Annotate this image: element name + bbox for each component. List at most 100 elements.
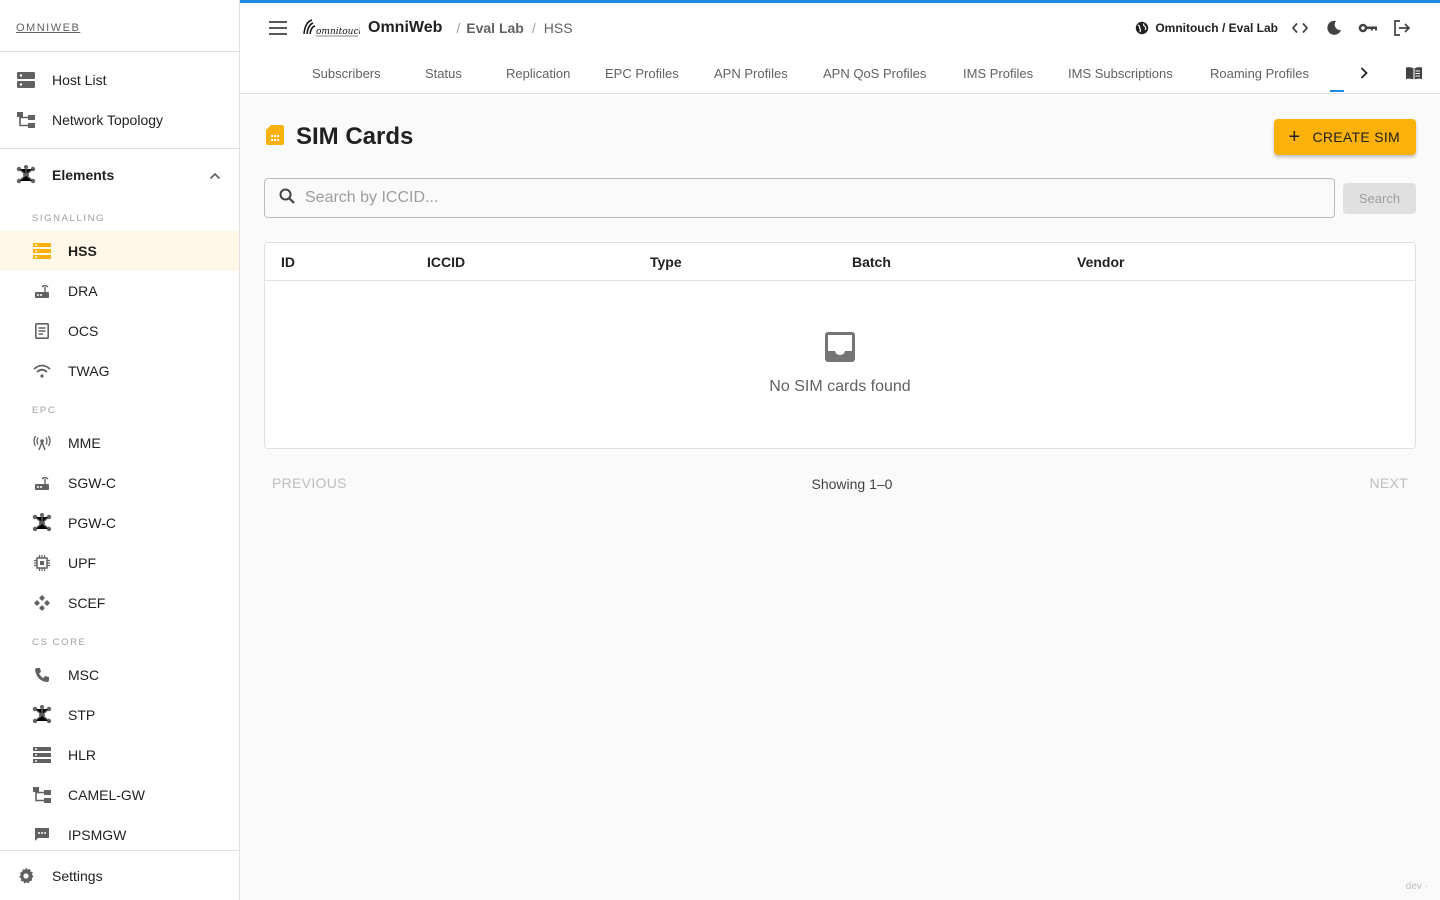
sidebar-item-label: STP [68,707,96,723]
sidebar-item-hlr[interactable]: HLR [0,735,239,775]
sidebar-item-scef[interactable]: SCEF [0,583,239,623]
column-header-iccid[interactable]: ICCID [427,243,465,281]
sidebar-item-label: HSS [68,243,97,259]
chip-icon [32,553,52,573]
list-icon [32,745,52,765]
router-icon [32,281,52,301]
sidebar-item-ocs[interactable]: OCS [0,311,239,351]
empty-message: No SIM cards found [769,378,911,395]
tab-epc-profiles[interactable]: EPC Profiles [605,53,679,93]
chevron-right-icon[interactable] [1352,61,1376,85]
tab-active-indicator [1330,90,1344,92]
search-field[interactable] [264,178,1335,218]
sidebar-item-hss[interactable]: HSS [0,231,239,271]
tab-status[interactable]: Status [425,53,462,93]
create-sim-label: CREATE SIM [1312,129,1400,145]
chevron-up-icon [209,167,221,183]
tab-ims-subscriptions[interactable]: IMS Subscriptions [1068,53,1173,93]
sidebar-item-label: OCS [68,323,99,339]
antenna-icon [32,433,52,453]
sidebar-item-label: DRA [68,283,98,299]
sidebar-item-label: MME [68,435,101,451]
column-header-batch[interactable]: Batch [852,243,891,281]
section-label-cs-core: CS CORE [32,636,87,648]
tab-apn-profiles[interactable]: APN Profiles [714,53,788,93]
sidebar-item-sgw-c[interactable]: SGW-C [0,463,239,503]
receipt-icon [32,321,52,341]
sidebar-item-label: TWAG [68,363,110,379]
sidebar-item-ipsmgw[interactable]: IPSMGW [0,815,239,855]
sidebar-item-twag[interactable]: TWAG [0,351,239,391]
breadcrumb-current: HSS [543,20,573,36]
sidebar-item-label: SCEF [68,595,106,611]
svg-text:omnitouch: omnitouch [316,27,360,37]
pagination: PREVIOUS Showing 1–0 NEXT [264,472,1416,496]
topbar: omnitouch OmniWeb / Eval Lab / HSS Omnit… [240,0,1440,53]
page-title: SIM Cards [296,123,414,150]
api-icon [32,593,52,613]
brand-link[interactable]: OMNIWEB [16,22,80,34]
section-label-signalling: SIGNALLING [32,212,106,224]
column-header-type[interactable]: Type [650,243,682,281]
topbar-actions: Omnitouch / Eval Lab [1135,16,1414,40]
elements-group-toggle[interactable]: Elements [0,151,239,199]
sidebar-item-label: SGW-C [68,475,116,491]
logout-icon[interactable] [1390,16,1414,40]
tenant-selector[interactable]: Omnitouch / Eval Lab [1135,21,1278,35]
elements-label: Elements [52,167,115,183]
app-name[interactable]: OmniWeb [368,19,442,37]
tab-apn-qos-profiles[interactable]: APN QoS Profiles [823,53,926,93]
create-sim-button[interactable]: + CREATE SIM [1274,119,1416,155]
hub-icon [32,705,52,725]
brand: OMNIWEB [0,0,239,52]
showing-range: Showing 1–0 [811,476,893,492]
hss-tabs: Subscribers Status Replication EPC Profi… [240,53,1440,94]
breadcrumb-tenant[interactable]: Eval Lab [466,20,524,36]
column-header-id[interactable]: ID [281,243,295,281]
sidebar-item-mme[interactable]: MME [0,423,239,463]
inbox-icon [824,331,856,368]
sim-cards-table: ID ICCID Type Batch Vendor No SIM cards … [264,242,1416,449]
sidebar-item-msc[interactable]: MSC [0,655,239,695]
sidebar-item-label: CAMEL-GW [68,787,145,803]
search-input[interactable] [305,189,1305,207]
sidebar-top-nav: Host List Network Topology [0,52,239,149]
plus-icon: + [1288,126,1301,148]
column-header-vendor[interactable]: Vendor [1077,243,1124,281]
table-header: ID ICCID Type Batch Vendor [265,243,1415,281]
sidebar-item-label: UPF [68,555,96,571]
wifi-icon [32,361,52,381]
menu-icon[interactable] [266,16,290,40]
sidebar-item-settings[interactable]: Settings [0,850,239,900]
sidebar-item-dra[interactable]: DRA [0,271,239,311]
menu-book-icon[interactable] [1402,61,1426,85]
account-tree-icon [32,785,52,805]
tab-subscribers[interactable]: Subscribers [312,53,381,93]
breadcrumb-separator: / [456,20,461,36]
omnitouch-logo: omnitouch [302,16,360,40]
code-icon[interactable] [1288,16,1312,40]
next-button[interactable]: NEXT [1369,475,1408,491]
sidebar-item-stp[interactable]: STP [0,695,239,735]
sim-card-icon [264,123,286,152]
account-tree-icon [16,110,36,130]
router-icon [32,473,52,493]
sidebar-item-camel-gw[interactable]: CAMEL-GW [0,775,239,815]
tab-replication[interactable]: Replication [506,53,570,93]
sidebar-item-network-topology[interactable]: Network Topology [0,100,239,140]
tab-roaming-profiles[interactable]: Roaming Profiles [1210,53,1309,93]
search-button[interactable]: Search [1343,182,1416,214]
dns-icon [16,70,36,90]
sidebar-item-upf[interactable]: UPF [0,543,239,583]
sidebar-item-label: Host List [52,72,107,88]
search-row: Search [264,178,1416,218]
dark-mode-icon[interactable] [1322,16,1346,40]
sidebar-item-host-list[interactable]: Host List [0,60,239,100]
tab-ims-profiles[interactable]: IMS Profiles [963,53,1033,93]
key-icon[interactable] [1356,16,1380,40]
sidebar-item-label: MSC [68,667,100,683]
sidebar-item-label: PGW-C [68,515,116,531]
sidebar-item-pgw-c[interactable]: PGW-C [0,503,239,543]
sidebar-item-label: Network Topology [52,112,164,128]
settings-label: Settings [52,867,103,884]
